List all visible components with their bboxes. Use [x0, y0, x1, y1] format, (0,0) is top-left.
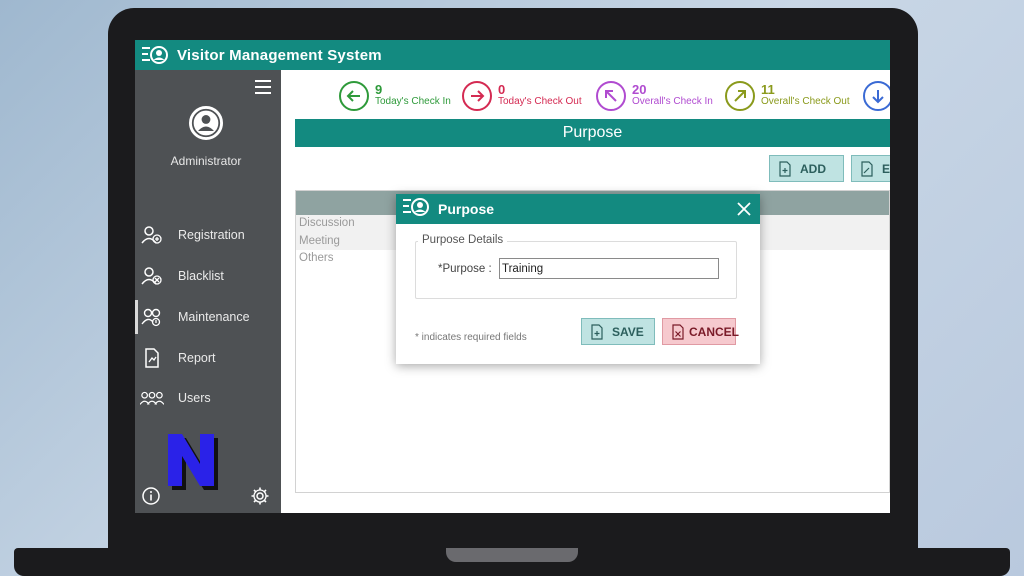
user-block-icon: [140, 265, 164, 287]
stat-label: Overall's Check In: [632, 96, 713, 107]
report-icon: [140, 347, 164, 369]
arrow-up-left-icon: [596, 81, 626, 111]
stat-overall-check-out: 11 Overall's Check Out: [725, 78, 850, 114]
dialog-title: Purpose: [438, 201, 495, 217]
sidebar-item-label: Registration: [178, 228, 245, 242]
add-label: ADD: [800, 161, 826, 176]
required-note: * indicates required fields: [415, 332, 527, 343]
title-bar: Visitor Management System: [135, 40, 890, 70]
dialog-title-bar: Purpose: [396, 194, 760, 224]
brand-logo: [162, 428, 226, 492]
stat-label: Today's Check Out: [498, 96, 582, 107]
arrow-up-right-icon: [725, 81, 755, 111]
stat-value: 11: [761, 82, 775, 97]
laptop-notch: [446, 548, 578, 562]
visitor-app-icon: [141, 44, 169, 66]
user-add-icon: [140, 224, 164, 246]
stat-more: [863, 78, 890, 114]
save-label: SAVE: [612, 324, 644, 339]
save-button[interactable]: SAVE: [581, 318, 655, 345]
users-icon: [140, 387, 164, 409]
add-button[interactable]: ADD: [769, 155, 844, 182]
sidebar-item-blacklist[interactable]: Blacklist: [135, 259, 281, 293]
user-name: Administrator: [170, 154, 242, 168]
edit-label: E: [882, 161, 890, 176]
stat-label: Overall's Check Out: [761, 96, 850, 107]
info-icon[interactable]: [141, 486, 161, 506]
sidebar-item-label: Blacklist: [178, 269, 224, 283]
save-document-icon: [590, 323, 604, 340]
stat-label: Today's Check In: [375, 96, 451, 107]
section-legend: Purpose Details: [418, 234, 508, 246]
stat-todays-check-out: 0 Today's Check Out: [462, 78, 582, 114]
edit-button[interactable]: E: [851, 155, 890, 182]
sidebar-item-report[interactable]: Report: [135, 341, 281, 375]
add-document-icon: [778, 160, 792, 177]
stat-todays-check-in: 9 Today's Check In: [339, 78, 451, 114]
cancel-document-icon: [671, 323, 685, 340]
arrow-right-icon: [462, 81, 492, 111]
arrow-left-icon: [339, 81, 369, 111]
avatar: [189, 106, 223, 140]
purpose-field-label: *Purpose :: [438, 263, 492, 275]
visitor-app-icon: [402, 196, 430, 223]
sidebar-item-label: Maintenance: [178, 310, 250, 324]
sidebar: Administrator Registration Blacklist Mai…: [135, 70, 281, 513]
sidebar-item-users[interactable]: Users: [135, 381, 281, 415]
purpose-dialog: Purpose Purpose Details *Purpose : * ind…: [396, 194, 760, 364]
stat-value: 20: [632, 82, 647, 97]
cancel-label: CANCEL: [689, 324, 739, 339]
stat-value: 9: [375, 82, 383, 97]
sidebar-item-label: Report: [178, 351, 216, 365]
users-maintenance-icon: [140, 306, 164, 328]
sidebar-item-label: Users: [178, 391, 211, 405]
edit-document-icon: [860, 160, 874, 177]
sidebar-item-maintenance[interactable]: Maintenance: [135, 300, 281, 334]
stat-overall-check-in: 20 Overall's Check In: [596, 78, 713, 114]
gear-icon[interactable]: [250, 486, 270, 506]
page-title: Purpose: [295, 119, 890, 147]
stat-value: 0: [498, 82, 506, 97]
close-icon[interactable]: [736, 201, 752, 217]
cancel-button[interactable]: CANCEL: [662, 318, 739, 345]
arrow-down-icon: [863, 81, 890, 111]
menu-toggle-icon[interactable]: [255, 80, 271, 94]
sidebar-item-registration[interactable]: Registration: [135, 218, 281, 252]
app-title: Visitor Management System: [177, 46, 382, 64]
purpose-input[interactable]: [499, 258, 719, 279]
